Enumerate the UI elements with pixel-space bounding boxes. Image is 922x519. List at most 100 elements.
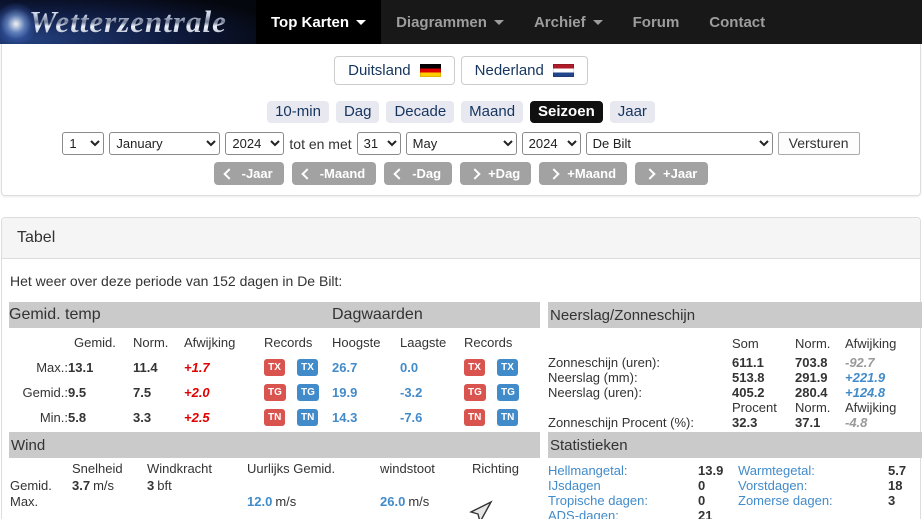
record-badge-cold[interactable]: TX: [297, 359, 318, 376]
year-to-select[interactable]: 2024: [521, 132, 581, 155]
wind-snelheid-value: 3.7: [72, 478, 91, 493]
laagste-value[interactable]: -7.6: [400, 405, 464, 430]
temp-deviation: +2.0: [184, 385, 210, 400]
record-badge-cold[interactable]: TN: [297, 409, 319, 426]
dagwaarden-section-title: Dagwaarden: [332, 306, 423, 323]
stat-label[interactable]: IJsdagen: [548, 478, 698, 493]
chevron-left-icon: [301, 167, 313, 180]
minus-dag-button[interactable]: -Dag: [384, 162, 453, 185]
day-to-select[interactable]: 31: [356, 132, 401, 155]
temp-value: 13.1: [68, 360, 94, 375]
country-button-nederland[interactable]: Nederland: [460, 56, 588, 85]
top-navbar: Wetterzentrale Top Karten Diagrammen Arc…: [0, 0, 922, 44]
chevron-right-icon: [644, 167, 656, 180]
stat-value: 0: [698, 493, 706, 508]
stat-label[interactable]: Warmtegetal:: [738, 463, 888, 478]
germany-flag-icon: [419, 64, 441, 77]
wind-table: Snelheid Windkracht Uurlijks Gemid. wind…: [9, 458, 540, 519]
tab-jaar[interactable]: Jaar: [609, 101, 655, 123]
temp-section-bar: Gemid. temp Dagwaarden: [9, 302, 540, 328]
stat-label[interactable]: [738, 508, 888, 519]
nav-item-archief[interactable]: Archief: [519, 0, 618, 44]
record-badge-cold[interactable]: TG: [297, 384, 319, 401]
stat-value: 13.9: [698, 463, 724, 478]
temp-row-label: Gemid.:: [22, 385, 68, 400]
record-badge-warm[interactable]: TX: [264, 359, 285, 376]
hoogste-value[interactable]: 14.3: [332, 405, 400, 430]
neerslag-row-label: Neerslag (mm):: [548, 370, 638, 385]
tabel-panel-title: Tabel: [2, 218, 920, 259]
period-summary-text: Het weer over deze periode van 152 dagen…: [10, 273, 343, 289]
tab-dag[interactable]: Dag: [335, 101, 380, 123]
tab-10-min[interactable]: 10-min: [267, 101, 329, 123]
day-from-select[interactable]: 1: [62, 132, 105, 155]
country-button-duitsland[interactable]: Duitsland: [334, 56, 455, 85]
neerslag-section-title: Neerslag/Zonneschijn: [550, 306, 696, 324]
temp-norm: 11.4: [133, 360, 158, 375]
record-badge-warm[interactable]: TG: [264, 384, 286, 401]
month-from-select[interactable]: January: [109, 132, 221, 155]
wind-row-label: Max.: [10, 494, 39, 509]
neerslag-row-label: Zonneschijn (uren):: [548, 355, 660, 370]
station-select[interactable]: De Bilt: [585, 132, 773, 155]
controls-panel: Duitsland Nederland 10-min Dag Decade Ma…: [1, 44, 921, 196]
plus-jaar-button[interactable]: +Jaar: [635, 162, 709, 185]
caret-down-icon: [356, 19, 367, 25]
temp-row-label: Min.:: [39, 410, 68, 425]
plus-dag-button[interactable]: +Dag: [460, 162, 532, 185]
hoogste-value[interactable]: 26.7: [332, 355, 400, 380]
year-from-select[interactable]: 2024: [225, 132, 285, 155]
temperature-table: Gemid. Norm. Afwijking Records Hoogste L…: [9, 328, 540, 430]
date-range-form: 1 January 2024 tot en met 31 May 2024 De…: [2, 132, 920, 155]
plus-maand-button[interactable]: +Maand: [539, 162, 628, 185]
record-badge-warm[interactable]: TN: [264, 409, 286, 426]
chevron-left-icon: [393, 167, 405, 180]
nav-item-forum[interactable]: Forum: [618, 0, 695, 44]
tab-maand[interactable]: Maand: [461, 101, 524, 123]
neerslag-section-bar: Neerslag/Zonneschijn: [548, 302, 922, 328]
wind-uurlijks-value[interactable]: 12.0: [247, 494, 272, 509]
stat-label[interactable]: Hellmangetal:: [548, 463, 698, 478]
wetterzentrale-logo[interactable]: Wetterzentrale: [0, 0, 256, 44]
record-badge-warm[interactable]: TG: [464, 384, 486, 401]
record-badge-cold[interactable]: TG: [497, 384, 519, 401]
tab-seizoen[interactable]: Seizoen: [530, 101, 603, 123]
minus-jaar-button[interactable]: -Jaar: [213, 162, 284, 185]
stat-value: 5.7: [888, 463, 907, 478]
record-badge-cold[interactable]: TX: [497, 359, 518, 376]
stat-value: 18: [888, 478, 903, 493]
neerslag-row-label: Neerslag (uren):: [548, 385, 642, 400]
wind-section-title: Wind: [11, 436, 46, 454]
wind-windstoot-value[interactable]: 26.0: [380, 494, 405, 509]
nav-item-diagrammen[interactable]: Diagrammen: [381, 0, 519, 44]
record-badge-warm[interactable]: TN: [464, 409, 486, 426]
stat-value: [888, 508, 922, 519]
month-to-select[interactable]: May: [405, 132, 517, 155]
logo-flare-icon: [0, 2, 38, 44]
period-tabs: 10-min Dag Decade Maand Seizoen Jaar: [2, 101, 920, 123]
versturen-button[interactable]: Versturen: [777, 132, 860, 155]
step-buttons: -Jaar -Maand -Dag +Dag +Maand +Jaar: [2, 162, 920, 185]
neerslag-row-label: Zonneschijn Procent (%):: [548, 415, 694, 430]
stat-label[interactable]: Zomerse dagen:: [738, 493, 888, 508]
tab-decade[interactable]: Decade: [386, 101, 455, 123]
page: Wetterzentrale Top Karten Diagrammen Arc…: [0, 0, 922, 519]
laagste-value[interactable]: -3.2: [400, 380, 464, 405]
nav-item-top-karten[interactable]: Top Karten: [256, 0, 382, 44]
stat-label[interactable]: Vorstdagen:: [738, 478, 888, 493]
stat-value: 0: [698, 478, 706, 493]
caret-down-icon: [493, 19, 504, 25]
stat-label[interactable]: ADS-dagen:: [548, 508, 698, 519]
between-label: tot en met: [289, 135, 352, 152]
nav-item-contact[interactable]: Contact: [694, 0, 780, 44]
chevron-left-icon: [222, 167, 235, 180]
record-badge-cold[interactable]: TN: [497, 409, 519, 426]
hoogste-value[interactable]: 19.9: [332, 380, 400, 405]
record-badge-warm[interactable]: TX: [464, 359, 485, 376]
temp-norm: 3.3: [133, 410, 152, 425]
stat-label[interactable]: Tropische dagen:: [548, 493, 698, 508]
temp-value: 9.5: [68, 385, 87, 400]
minus-maand-button[interactable]: -Maand: [291, 162, 377, 185]
laagste-value[interactable]: 0.0: [400, 355, 464, 380]
wind-windkracht-value: 3: [147, 478, 155, 493]
